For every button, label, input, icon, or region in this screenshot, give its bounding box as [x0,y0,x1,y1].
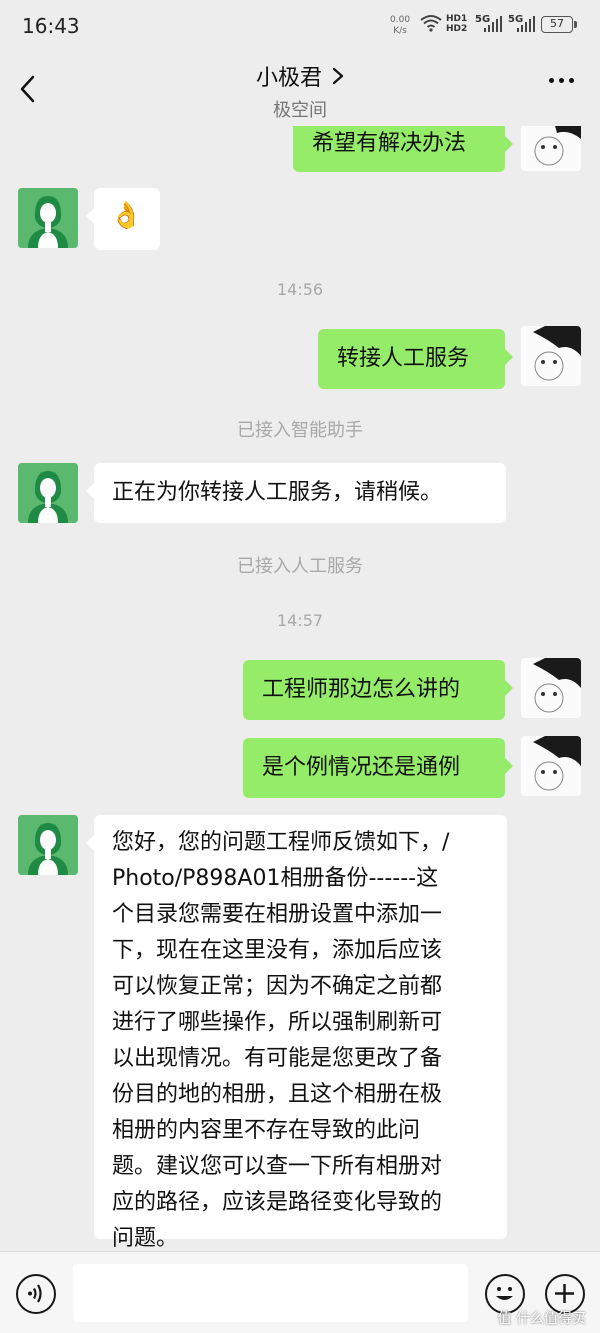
hd-indicator: HD1 HD2 [446,14,468,34]
user-avatar[interactable] [521,326,581,386]
sound-wave-icon [28,1284,42,1303]
person-silhouette-icon [18,188,78,248]
message-text: 希望有解决办法 [312,131,467,156]
cat-avatar-icon [521,736,581,796]
service-avatar[interactable] [18,463,78,523]
message-line: 相册的内容里不存在导致的此问 [112,1118,421,1143]
ok-hand-emoji: 👌 [110,201,143,231]
system-notice: 已接入智能助手 [237,420,363,441]
battery-icon: 57 [541,16,577,33]
message-line: 应的路径，应该是路径变化导致的 [112,1190,443,1215]
signal-bars-1-icon [484,16,502,32]
message-line: 进行了哪些操作，所以强制刷新可 [112,1010,443,1035]
system-notice: 已接入人工服务 [237,556,363,577]
contact-name: 小极君 [255,66,322,91]
contact-title[interactable]: 小极君 [0,60,600,92]
chevron-right-icon [332,67,344,85]
message-text: 工程师那边怎么讲的 [262,677,461,702]
timestamp: 14:57 [276,611,324,630]
watermark: 值 什么值得买 [497,1311,586,1327]
status-time: 16:43 [22,14,80,38]
user-avatar[interactable] [521,658,581,718]
contact-subtitle: 极空间 [273,100,327,121]
voice-input-icon[interactable] [16,1274,56,1314]
message-bubble-outgoing[interactable]: 工程师那边怎么讲的 [243,660,513,720]
cat-avatar-icon [521,658,581,718]
service-avatar[interactable] [18,188,78,248]
message-line: 您好，您的问题工程师反馈如下，/ [112,830,450,855]
message-bubble-outgoing[interactable]: 是个例情况还是通例 [243,738,513,798]
wifi-icon [420,15,442,32]
message-bubble-incoming[interactable]: 👌 [86,188,160,250]
message-input[interactable] [73,1264,468,1322]
message-line: 份目的地的相册，且这个相册在极 [112,1082,443,1107]
service-avatar[interactable] [18,815,78,875]
message-bubble-incoming[interactable]: 正在为你转接人工服务，请稍候。 [86,463,506,523]
message-list[interactable]: 希望有解决办法 👌 14:56 转接人工服务 已接入智能助手 正在为你转接人工服… [0,126,600,1251]
message-line: 题。建议您可以查一下所有相册对 [112,1154,443,1179]
message-line: 个目录您需要在相册设置中添加一 [112,902,443,927]
message-line: 以出现情况。有可能是您更改了备 [112,1046,443,1071]
user-avatar[interactable] [521,126,581,171]
network-speed: 0.00 K/s [390,15,411,36]
timestamp: 14:56 [276,280,324,299]
smiley-face-icon [496,1287,513,1300]
message-text: 转接人工服务 [337,346,470,371]
message-text: 是个例情况还是通例 [262,755,461,780]
status-bar: 16:43 0.00 K/s HD1 HD2 5G 5G 57 [0,0,600,52]
person-silhouette-icon [18,463,78,523]
message-text: 正在为你转接人工服务，请稍候。 [112,480,443,505]
user-avatar[interactable] [521,736,581,796]
message-line: 问题。 [112,1226,179,1251]
message-bubble-incoming[interactable]: 您好，您的问题工程师反馈如下，/ Photo/P898A01相册备份------… [86,815,507,1251]
chat-header: 小极君 极空间 [0,52,600,126]
input-bar: 值 什么值得买 [0,1251,600,1333]
message-line: 可以恢复正常；因为不确定之前都 [112,974,443,999]
person-silhouette-icon [18,815,78,875]
signal-bars-2-icon [517,16,535,32]
more-options-icon[interactable] [549,78,574,83]
message-line: 下，现在在这里没有，添加后应该 [112,938,443,963]
message-bubble-outgoing[interactable]: 转接人工服务 [318,329,513,389]
cat-avatar-icon [521,326,581,386]
message-line: Photo/P898A01相册备份------这 [112,866,439,891]
message-bubble-outgoing[interactable]: 希望有解决办法 [293,126,513,172]
cat-avatar-icon [521,126,581,171]
plus-icon [555,1284,574,1303]
